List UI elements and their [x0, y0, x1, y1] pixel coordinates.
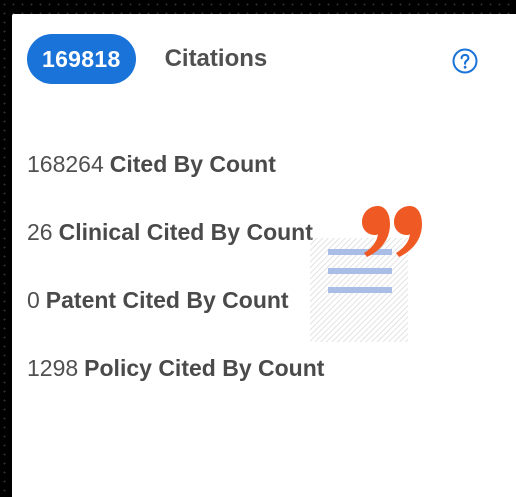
metric-label: Cited By Count — [109, 150, 276, 177]
screenshot-background: 169818 Citations 168264 Cited By Count 2… — [0, 0, 516, 497]
metric-row-policy-cited-by: 1298 Policy Cited By Count — [27, 334, 324, 402]
metric-value: 168264 — [27, 150, 104, 177]
citation-metrics-list: 168264 Cited By Count 26 Clinical Cited … — [27, 130, 324, 402]
citations-title: Citations — [164, 45, 268, 72]
question-circle-icon[interactable] — [452, 48, 478, 74]
citations-count-badge: 169818 — [27, 34, 136, 84]
metric-value: 0 — [27, 286, 40, 313]
metric-value: 26 — [27, 218, 53, 245]
metric-label: Policy Cited By Count — [84, 354, 325, 381]
metric-label: Clinical Cited By Count — [58, 218, 313, 245]
metric-row-patent-cited-by: 0 Patent Cited By Count — [27, 266, 324, 334]
metric-value: 1298 — [27, 354, 79, 381]
metric-row-cited-by: 168264 Cited By Count — [27, 130, 324, 198]
citations-header: 169818 Citations — [27, 34, 267, 84]
metric-row-clinical-cited-by: 26 Clinical Cited By Count — [27, 198, 324, 266]
metric-label: Patent Cited By Count — [45, 286, 289, 313]
